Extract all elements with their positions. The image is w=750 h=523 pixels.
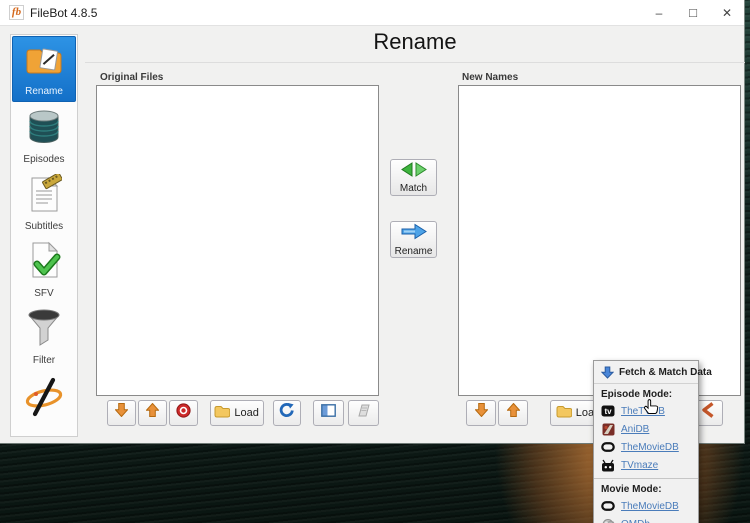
svg-text:tv: tv bbox=[604, 407, 612, 416]
refresh-button[interactable] bbox=[273, 400, 302, 426]
arrow-down-icon bbox=[115, 403, 128, 422]
sidebar-item-label: Episodes bbox=[23, 154, 64, 165]
tvmaze-icon bbox=[601, 459, 615, 472]
sidebar-item-episodes[interactable]: Episodes bbox=[11, 102, 77, 169]
sidebar: Rename Episodes bbox=[10, 34, 78, 437]
anidb-icon bbox=[601, 423, 615, 436]
page-title: Rename bbox=[85, 29, 745, 55]
filter-funnel-icon bbox=[27, 308, 61, 353]
episodes-database-icon bbox=[25, 107, 63, 152]
original-files-toolbar: Load bbox=[96, 399, 379, 426]
sidebar-item-label: Rename bbox=[25, 86, 63, 97]
thetvdb-icon: tv bbox=[601, 405, 615, 418]
fetch-match-popup-menu: Fetch & Match Data Episode Mode: tv TheT… bbox=[593, 360, 699, 523]
desktop: fb FileBot 4.8.5 – □ ✕ bbox=[0, 0, 750, 523]
app-logo-icon: fb bbox=[9, 5, 24, 20]
window-title: FileBot 4.8.5 bbox=[30, 6, 97, 20]
new-names-label: New Names bbox=[462, 72, 518, 83]
close-button[interactable]: ✕ bbox=[710, 0, 744, 26]
movie-mode-label: Movie Mode: bbox=[594, 479, 698, 497]
maximize-button[interactable]: □ bbox=[676, 0, 710, 26]
panel-icon bbox=[321, 404, 336, 422]
rename-button[interactable]: Rename bbox=[390, 221, 437, 258]
popup-header-label: Fetch & Match Data bbox=[619, 367, 712, 378]
clear-button[interactable] bbox=[169, 400, 198, 426]
omdb-link[interactable]: OMDb bbox=[621, 519, 650, 523]
tvmaze-link[interactable]: TVmaze bbox=[621, 460, 658, 471]
arrow-up-icon bbox=[146, 403, 159, 422]
list-wand-icon bbox=[22, 374, 66, 423]
arrow-up-icon bbox=[507, 403, 520, 422]
sidebar-item-label: Filter bbox=[33, 355, 55, 366]
window-controls: – □ ✕ bbox=[642, 0, 744, 26]
menu-item-themoviedb-movie[interactable]: TheMovieDB bbox=[594, 497, 698, 515]
anidb-link[interactable]: AniDB bbox=[621, 424, 649, 435]
move-down-button[interactable] bbox=[466, 400, 496, 426]
load-button[interactable]: Load bbox=[210, 400, 264, 426]
title-bar: fb FileBot 4.8.5 – □ ✕ bbox=[0, 0, 744, 26]
themoviedb-icon bbox=[601, 441, 615, 454]
move-down-button[interactable] bbox=[107, 400, 136, 426]
move-up-button[interactable] bbox=[498, 400, 528, 426]
folder-icon bbox=[556, 405, 572, 421]
sidebar-item-label: Subtitles bbox=[25, 221, 63, 232]
header-divider bbox=[85, 62, 745, 63]
sidebar-item-filter[interactable]: Filter bbox=[11, 303, 77, 370]
chevron-left-icon bbox=[701, 402, 715, 423]
move-up-button[interactable] bbox=[138, 400, 167, 426]
sidebar-item-sfv[interactable]: SFV bbox=[11, 236, 77, 303]
arrow-down-icon bbox=[475, 403, 488, 422]
sidebar-item-rename[interactable]: Rename bbox=[12, 36, 76, 102]
match-button-label: Match bbox=[400, 183, 427, 194]
folder-icon bbox=[214, 405, 230, 421]
menu-item-omdb[interactable]: OMDb bbox=[594, 515, 698, 523]
sidebar-item-subtitles[interactable]: Subtitles bbox=[11, 169, 77, 236]
sidebar-item-list[interactable] bbox=[11, 370, 77, 417]
match-arrows-icon bbox=[401, 162, 427, 182]
hand-cursor bbox=[644, 399, 659, 420]
original-files-label: Original Files bbox=[100, 72, 163, 83]
original-files-list[interactable] bbox=[96, 85, 379, 396]
load-button-label: Load bbox=[234, 407, 258, 419]
history-button[interactable] bbox=[348, 400, 379, 426]
themoviedb-icon bbox=[601, 500, 615, 513]
red-ball-icon bbox=[176, 403, 191, 423]
new-names-list[interactable] bbox=[458, 85, 741, 396]
minimize-button[interactable]: – bbox=[642, 0, 676, 26]
rename-button-label: Rename bbox=[395, 246, 433, 257]
popup-header: Fetch & Match Data bbox=[594, 361, 698, 384]
rename-arrow-icon bbox=[400, 223, 428, 245]
rename-folder-icon bbox=[24, 42, 64, 84]
menu-item-anidb[interactable]: AniDB bbox=[594, 420, 698, 438]
fetch-download-icon bbox=[601, 366, 614, 379]
themoviedb-link[interactable]: TheMovieDB bbox=[621, 442, 679, 453]
sfv-checkmark-icon bbox=[26, 241, 62, 286]
subtitles-document-icon bbox=[26, 174, 62, 219]
open-panel-button[interactable] bbox=[313, 400, 344, 426]
history-icon bbox=[356, 404, 371, 422]
omdb-globe-icon bbox=[601, 518, 615, 523]
menu-item-themoviedb[interactable]: TheMovieDB bbox=[594, 438, 698, 456]
menu-item-tvmaze[interactable]: TVmaze bbox=[594, 456, 698, 474]
themoviedb-movie-link[interactable]: TheMovieDB bbox=[621, 501, 679, 512]
match-button[interactable]: Match bbox=[390, 159, 437, 196]
refresh-icon bbox=[279, 403, 294, 423]
sidebar-item-label: SFV bbox=[34, 288, 53, 299]
